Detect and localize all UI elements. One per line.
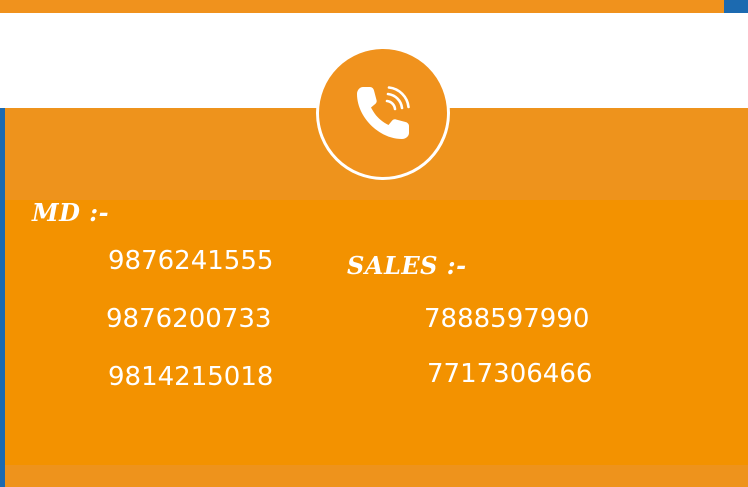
contact-panel-bottom xyxy=(5,465,748,487)
md-phone-number-3[interactable]: 9814215018 xyxy=(108,362,273,392)
sales-phone-number-1[interactable]: 7888597990 xyxy=(424,304,589,334)
md-phone-number-1[interactable]: 9876241555 xyxy=(108,246,273,276)
phone-ringing-icon xyxy=(357,86,410,139)
sales-phone-number-2[interactable]: 7717306466 xyxy=(427,359,592,389)
sales-heading: SALES :- xyxy=(347,251,467,280)
top-accent-bar xyxy=(0,0,724,13)
top-blue-accent xyxy=(724,0,748,13)
md-phone-number-2[interactable]: 9876200733 xyxy=(106,304,271,334)
md-heading: MD :- xyxy=(32,198,110,227)
phone-badge xyxy=(316,46,450,180)
